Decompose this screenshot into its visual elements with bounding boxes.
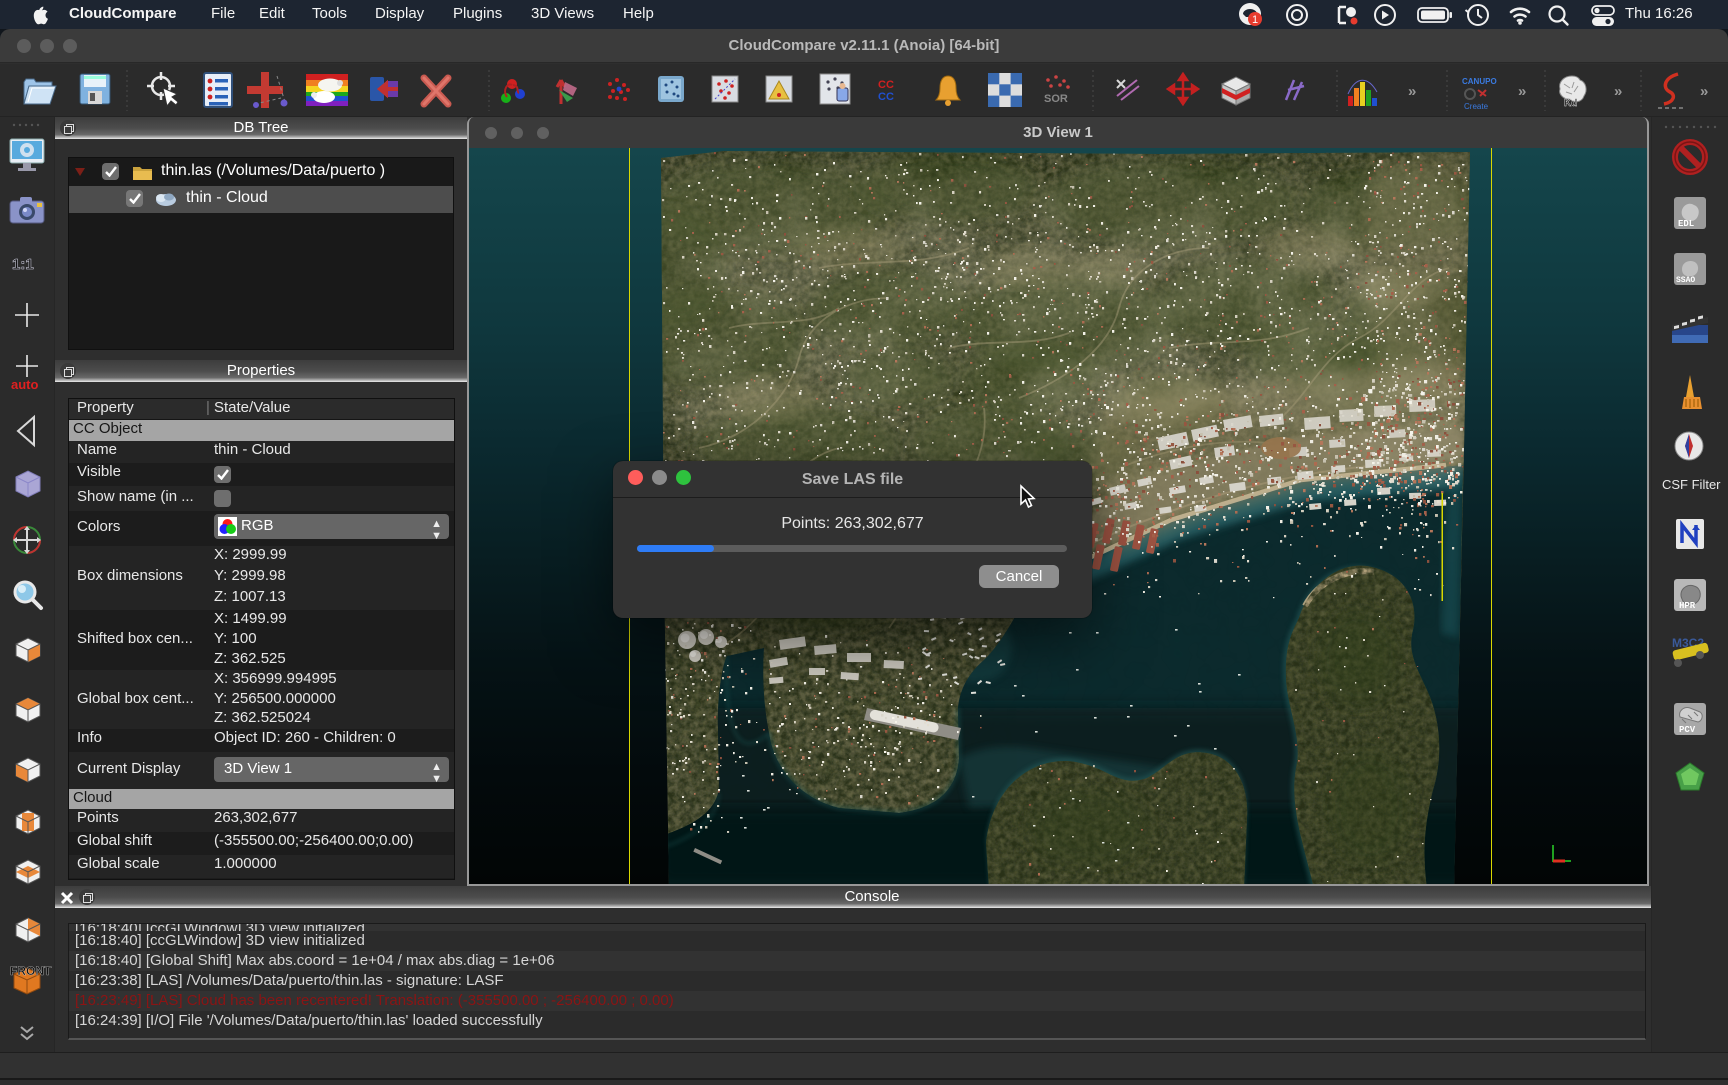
svg-text:SOR: SOR <box>1044 93 1068 105</box>
svg-text:»: » <box>1614 83 1622 100</box>
svg-text:Kd: Kd <box>1564 98 1577 109</box>
svg-text:1:1: 1:1 <box>12 256 34 273</box>
svg-text:auto: auto <box>11 377 39 392</box>
svg-text:Create: Create <box>1464 102 1489 111</box>
svg-text:1: 1 <box>1252 14 1258 26</box>
svg-text:CC: CC <box>878 91 894 103</box>
svg-text:CC: CC <box>878 79 894 91</box>
svg-text:»: » <box>1700 83 1708 100</box>
svg-text:CANUPO: CANUPO <box>1462 77 1497 86</box>
svg-text:»: » <box>1408 83 1416 100</box>
svg-text:FRONT: FRONT <box>10 964 52 978</box>
svg-text:»: » <box>1518 83 1526 100</box>
